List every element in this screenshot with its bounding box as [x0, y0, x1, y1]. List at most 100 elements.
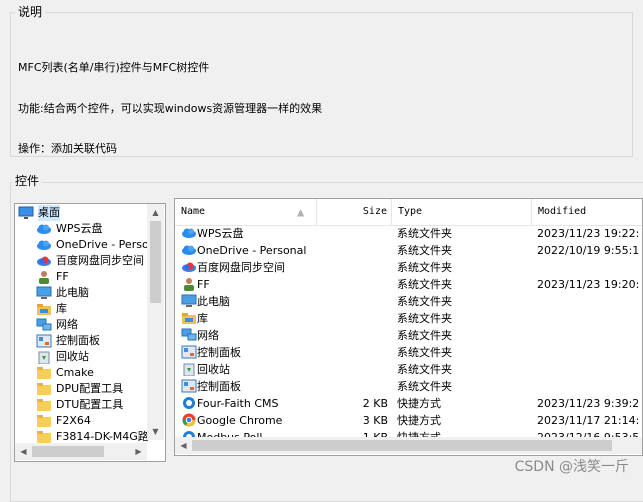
- cell-name: OneDrive - Personal: [197, 244, 307, 257]
- cell-modified: 2022/10/19 9:55:1: [537, 244, 640, 257]
- cell-type: 系统文件夹: [397, 312, 452, 325]
- tree-item-label: 桌面: [38, 205, 60, 221]
- cell-size: 2 KB: [362, 397, 388, 410]
- tree-item-label: DTU配置工具: [56, 398, 124, 411]
- scroll-down-icon[interactable]: ▼: [147, 423, 164, 440]
- cell-type: 快捷方式: [397, 397, 441, 410]
- watermark: CSDN @浅笑一斤: [514, 459, 629, 475]
- cell-name: 此电脑: [197, 295, 230, 308]
- list-row[interactable]: 百度网盘同步空间 系统文件夹: [175, 259, 642, 276]
- cell-type: 系统文件夹: [397, 227, 452, 240]
- recycle-bin-icon: [181, 362, 197, 377]
- tree-vertical-scrollbar[interactable]: ▲ ▼: [147, 204, 164, 440]
- column-header-type[interactable]: Type: [392, 199, 532, 225]
- description-line: MFC列表(名单/串行)控件与MFC树控件: [18, 61, 210, 74]
- user-icon: [181, 277, 197, 291]
- cell-type: 系统文件夹: [397, 329, 452, 342]
- cell-type: 快捷方式: [397, 414, 441, 427]
- cell-name: 百度网盘同步空间: [197, 261, 285, 274]
- library-icon: [181, 311, 197, 325]
- desktop-icon: [18, 206, 34, 220]
- folder-icon: [36, 366, 52, 380]
- cell-type: 系统文件夹: [397, 261, 452, 274]
- description-line: 操作：添加关联代码: [18, 142, 117, 155]
- cell-modified: 2023/11/23 19:20:: [537, 278, 640, 291]
- scroll-thumb[interactable]: [192, 440, 612, 451]
- column-header-modified[interactable]: Modified: [532, 199, 642, 225]
- computer-icon: [181, 294, 197, 308]
- list-row[interactable]: 网络 系统文件夹: [175, 327, 642, 344]
- tree-item-label: Cmake: [56, 366, 94, 379]
- scroll-thumb[interactable]: [32, 446, 104, 457]
- cell-name: WPS云盘: [197, 227, 244, 240]
- sort-ascending-icon: ▲: [297, 205, 305, 219]
- cloud-icon: [36, 238, 52, 252]
- cell-name: 控制面板: [197, 380, 241, 393]
- column-header-name[interactable]: Name ▲: [175, 199, 317, 225]
- cell-modified: 2023/11/17 21:14:: [537, 414, 640, 427]
- cell-name: 库: [197, 312, 208, 325]
- cell-type: 系统文件夹: [397, 278, 452, 291]
- list-row[interactable]: 控制面板 系统文件夹: [175, 344, 642, 361]
- list-row[interactable]: Four-Faith CMS 2 KB 快捷方式 2023/11/23 9:39:2: [175, 395, 642, 412]
- scroll-up-icon[interactable]: ▲: [147, 204, 164, 221]
- tree-item-label: FF: [56, 270, 69, 283]
- library-icon: [36, 302, 52, 316]
- folder-icon: [36, 382, 52, 396]
- cell-type: 系统文件夹: [397, 346, 452, 359]
- control-panel-icon: [181, 345, 197, 359]
- tree-item-label: 网络: [56, 318, 78, 331]
- control-panel-icon: [36, 334, 52, 348]
- folder-icon: [36, 398, 52, 412]
- recycle-bin-icon: [36, 350, 52, 365]
- scroll-left-icon[interactable]: ◀: [175, 437, 192, 454]
- cloud-icon: [181, 226, 197, 240]
- tree-item-label: 此电脑: [56, 286, 89, 299]
- network-icon: [36, 318, 52, 332]
- column-header-size[interactable]: Size: [317, 199, 392, 225]
- cell-name: Google Chrome: [197, 414, 283, 427]
- list-row[interactable]: 库 系统文件夹: [175, 310, 642, 327]
- description-line: 功能:结合两个控件，可以实现windows资源管理器一样的效果: [18, 101, 323, 115]
- tree-control[interactable]: 桌面 WPS云盘 OneDrive - Person 百度网盘同步空间 FF 此电脑库网络…: [14, 203, 166, 462]
- list-row[interactable]: OneDrive - Personal 系统文件夹 2022/10/19 9:55:…: [175, 242, 642, 259]
- list-row[interactable]: Google Chrome 3 KB 快捷方式 2023/11/17 21:14:: [175, 412, 642, 429]
- tree-item-label: 库: [56, 302, 67, 315]
- tree-item-label: 控制面板: [56, 334, 100, 347]
- description-text: MFC列表(名单/串行)控件与MFC树控件 功能:结合两个控件，可以实现wind…: [18, 34, 322, 169]
- tree-horizontal-scrollbar[interactable]: ◀ ▶: [15, 443, 147, 460]
- cell-name: 网络: [197, 329, 219, 342]
- cloud-icon: [181, 243, 197, 257]
- app-icon: [181, 396, 197, 410]
- baidu-cloud-icon: [36, 254, 52, 268]
- list-control[interactable]: Name ▲ Size Type Modified WPS云盘 系统文件夹 2023…: [174, 198, 643, 456]
- scroll-right-icon[interactable]: ▶: [130, 443, 147, 460]
- computer-icon: [36, 286, 52, 300]
- tree-item-label: WPS云盘: [56, 222, 103, 235]
- controls-group-title: 控件: [12, 174, 43, 188]
- tree-item-label: OneDrive - Person: [56, 238, 156, 251]
- cell-type: 系统文件夹: [397, 295, 452, 308]
- list-row[interactable]: 回收站 系统文件夹: [175, 361, 642, 378]
- list-header: Name ▲ Size Type Modified: [175, 199, 642, 226]
- control-panel-icon: [181, 379, 197, 393]
- cell-name: 控制面板: [197, 346, 241, 359]
- list-row[interactable]: 此电脑 系统文件夹: [175, 293, 642, 310]
- list-row[interactable]: WPS云盘 系统文件夹 2023/11/23 19:22:: [175, 225, 642, 242]
- folder-icon: [36, 414, 52, 428]
- user-icon: [36, 270, 52, 284]
- cell-name: 回收站: [197, 363, 230, 376]
- scroll-thumb[interactable]: [150, 221, 161, 303]
- scroll-left-icon[interactable]: ◀: [15, 443, 32, 460]
- list-horizontal-scrollbar[interactable]: ◀: [175, 437, 642, 454]
- tree-item-label: 回收站: [56, 350, 89, 363]
- cell-name: FF: [197, 278, 210, 291]
- tree-item-label: 百度网盘同步空间: [56, 254, 144, 267]
- list-row[interactable]: 控制面板 系统文件夹: [175, 378, 642, 395]
- cloud-icon: [36, 222, 52, 236]
- list-row[interactable]: FF 系统文件夹 2023/11/23 19:20:: [175, 276, 642, 293]
- cell-modified: 2023/11/23 9:39:2: [537, 397, 640, 410]
- chrome-icon: [181, 413, 197, 427]
- cell-modified: 2023/11/23 19:22:: [537, 227, 640, 240]
- cell-type: 系统文件夹: [397, 363, 452, 376]
